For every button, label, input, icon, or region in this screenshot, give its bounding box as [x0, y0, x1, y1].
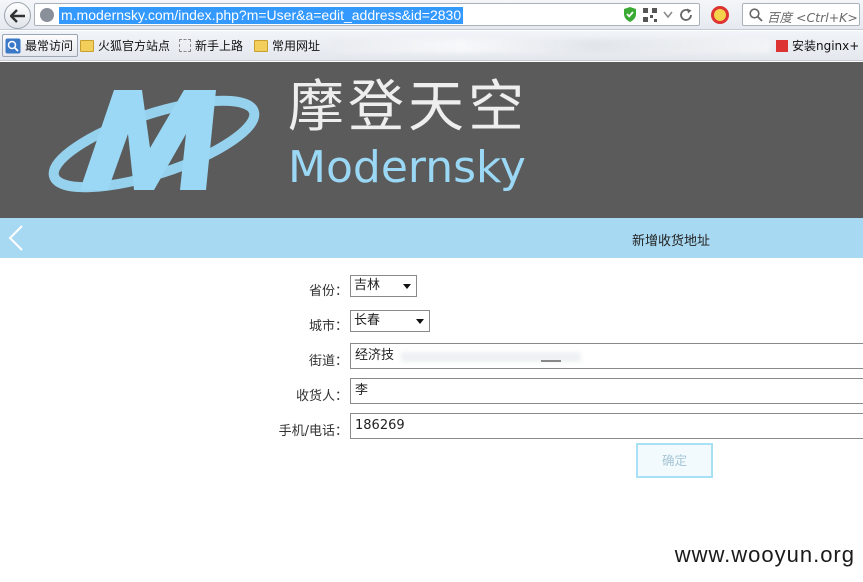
bookmark-label: 常用网址: [272, 39, 321, 53]
brand-name-en: Modernsky: [288, 142, 526, 193]
back-button[interactable]: [4, 2, 31, 29]
bookmark-label: 新手上路: [195, 39, 244, 53]
page-title: 新增收货地址: [632, 234, 711, 249]
address-bar[interactable]: m.modernsky.com/index.php?m=User&a=edit_…: [34, 3, 700, 26]
bookmark-label: 火狐官方站点: [98, 39, 171, 53]
bookmark-label: 安装nginx+: [792, 39, 860, 53]
receiver-label: 收货人：: [295, 389, 348, 404]
phone-input[interactable]: 186269: [350, 413, 863, 439]
city-value: 长春: [354, 313, 381, 328]
site-header: 摩登天空 Modernsky: [0, 62, 863, 218]
street-row: 街道： 经济技: [0, 343, 863, 371]
city-row: 城市： 长春: [0, 310, 863, 336]
receiver-input[interactable]: 李: [350, 378, 863, 404]
bookmark-install-nginx[interactable]: 安装nginx+: [776, 37, 859, 54]
page-icon: [179, 39, 191, 52]
street-value: 经济技: [355, 348, 395, 363]
phone-value: 186269: [355, 418, 405, 433]
globe-icon: [40, 8, 54, 22]
city-label: 城市：: [308, 319, 348, 334]
bookmark-common-sites[interactable]: 常用网址: [254, 37, 320, 54]
search-box[interactable]: 百度 <Ctrl+K>: [742, 3, 860, 26]
chevron-down-icon: [416, 319, 424, 324]
magento-icon: [776, 39, 788, 52]
chevron-down-icon: [403, 284, 411, 289]
bookmark-most-visited[interactable]: 最常访问: [2, 34, 79, 57]
redacted-text: [541, 360, 561, 362]
folder-icon: [254, 39, 268, 52]
modernsky-logo-icon[interactable]: [46, 82, 261, 194]
street-input[interactable]: 经济技: [350, 343, 863, 369]
divider: [560, 368, 863, 369]
receiver-value: 李: [355, 383, 369, 398]
noscript-icon[interactable]: [711, 6, 729, 24]
city-select[interactable]: 长春: [350, 310, 430, 332]
redacted-bookmarks: [330, 39, 770, 53]
magnifier-icon: [5, 38, 21, 53]
dropdown-arrow-icon[interactable]: [663, 11, 673, 19]
search-placeholder: 百度 <Ctrl+K>: [767, 10, 858, 25]
shield-icon[interactable]: [623, 7, 637, 22]
arrow-left-icon: [9, 8, 25, 23]
url-text[interactable]: m.modernsky.com/index.php?m=User&a=edit_…: [59, 7, 464, 24]
province-select[interactable]: 吉林: [350, 275, 417, 297]
province-label: 省份：: [308, 284, 348, 299]
watermark: www.wooyun.org: [674, 542, 855, 567]
browser-toolbar: m.modernsky.com/index.php?m=User&a=edit_…: [0, 0, 863, 30]
street-label: 街道：: [308, 354, 348, 369]
back-chevron-icon[interactable]: [6, 224, 26, 252]
province-row: 省份： 吉林: [0, 275, 863, 301]
qr-code-icon[interactable]: [643, 7, 657, 22]
brand-name-cn: 摩登天空: [288, 75, 528, 140]
folder-icon: [80, 39, 94, 52]
receiver-row: 收货人： 李: [0, 378, 863, 406]
bookmark-label: 最常访问: [25, 39, 74, 53]
bookmarks-toolbar: 最常访问 火狐官方站点 新手上路 常用网址 安装nginx+: [0, 31, 863, 61]
bookmark-getting-started[interactable]: 新手上路: [179, 37, 243, 54]
search-icon: [749, 8, 763, 22]
phone-label: 手机/电话：: [278, 424, 348, 439]
page-navbar: 新增收货地址: [0, 218, 863, 258]
bookmark-firefox-official[interactable]: 火狐官方站点: [80, 37, 170, 54]
reload-icon[interactable]: [679, 8, 693, 22]
divider: [396, 403, 863, 404]
phone-row: 手机/电话： 186269: [0, 413, 863, 441]
confirm-button[interactable]: 确定: [636, 443, 713, 478]
province-value: 吉林: [354, 278, 381, 293]
